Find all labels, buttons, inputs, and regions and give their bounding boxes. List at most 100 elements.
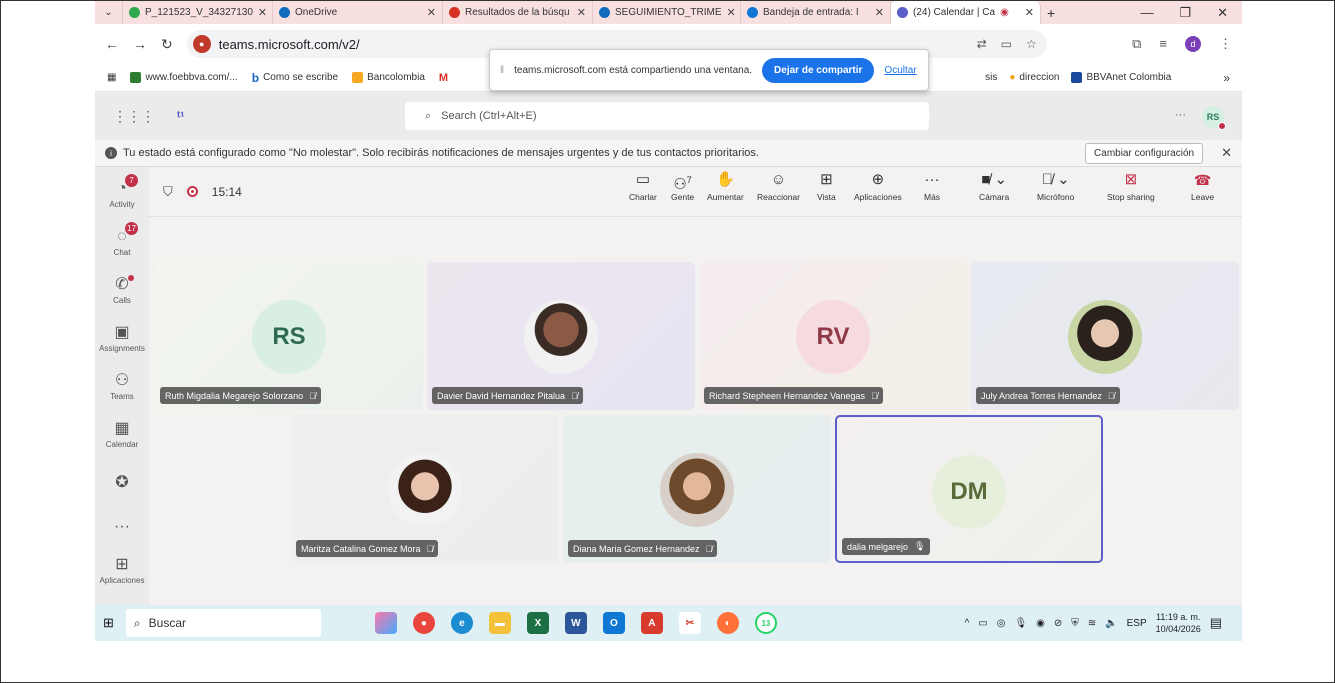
back-icon[interactable]: ← [105, 36, 119, 52]
bookmark-como-se-escribe[interactable]: b Como se escribe [252, 71, 338, 85]
stop-sharing-button[interactable]: Dejar de compartir [762, 57, 875, 83]
volume-icon[interactable]: 🔈 [1105, 618, 1117, 629]
whatsapp-app-icon[interactable]: 13 [754, 612, 777, 634]
apps-grid-icon[interactable]: ▦ [107, 72, 116, 83]
rail-activity[interactable]: ◔ 7 Activity [95, 171, 149, 219]
tray-location-icon[interactable]: ⊘ [1054, 618, 1062, 629]
rail-more[interactable]: ··· [95, 507, 149, 547]
close-tab-icon[interactable]: ✕ [577, 6, 586, 19]
tray-shield-icon[interactable]: ⛨ [1071, 618, 1079, 629]
bookmark-star-icon[interactable]: ☆ [1026, 37, 1037, 51]
restore-icon[interactable]: ❐ [1179, 5, 1191, 21]
firefox-app-icon[interactable]: ◐ [716, 612, 739, 634]
menu-kebab-icon[interactable]: ⋮ [1219, 36, 1232, 52]
camera-button[interactable]: ■̸ ⌄ Cámara [979, 171, 1009, 202]
word-app-icon[interactable]: W [564, 612, 587, 634]
language-indicator[interactable]: ESP [1127, 618, 1147, 629]
rail-calls[interactable]: ✆ Calls [95, 267, 149, 315]
participant-tile[interactable]: July Andrea Torres Hernandez 🎙̸ [971, 262, 1239, 410]
wifi-icon[interactable]: ≋ [1088, 618, 1096, 629]
rail-apps[interactable]: ⊞ Aplicaciones [95, 547, 149, 595]
tray-sync-icon[interactable]: ◎ [997, 618, 1006, 629]
drag-handle-icon[interactable]: ‖ [500, 65, 504, 76]
more-bookmarks-icon[interactable]: » [1223, 71, 1230, 85]
rail-teams[interactable]: ⚇ Teams [95, 363, 149, 411]
user-avatar[interactable]: RS [1202, 106, 1226, 130]
tab-outlook-inbox[interactable]: Bandeja de entrada: I ✕ [741, 1, 891, 24]
tab-teams-calendar[interactable]: (24) Calendar | Ca ◉ ✕ [891, 1, 1041, 24]
new-tab-button[interactable]: + [1041, 1, 1061, 24]
participant-tile[interactable]: RV Richard Stepheen Hernandez Vanegas 🎙̸ [699, 262, 967, 410]
view-button[interactable]: ⊞ Vista [817, 171, 836, 202]
toolbar-label: Charlar [629, 192, 657, 202]
rail-calendar[interactable]: ▦ Calendar [95, 411, 149, 459]
mic-in-use-icon[interactable]: ● [192, 35, 211, 53]
tab-seguimiento[interactable]: SEGUIMIENTO_TRIME ✕ [593, 1, 741, 24]
clock[interactable]: 11:19 a. m. 10/04/2026 [1156, 611, 1201, 635]
participant-tile[interactable]: RS Ruth Migdalia Megarejo Solorzano 🎙̸ [155, 262, 423, 410]
react-button[interactable]: ☺ Reaccionar [757, 171, 800, 202]
people-button[interactable]: ⚇7 Gente [671, 171, 694, 202]
tray-overflow-icon[interactable]: ^ [965, 618, 970, 629]
app-launcher-icon[interactable]: ⋮⋮⋮ [113, 108, 155, 125]
participant-tile[interactable]: Diana Maria Gomez Hernandez 🎙̸ [563, 415, 831, 563]
tab-excel-file[interactable]: P_121523_V_34327130 ✕ [123, 1, 273, 24]
bookmark-gmail[interactable]: M [439, 72, 448, 84]
cast-icon[interactable]: ▭ [1001, 37, 1012, 51]
apps-button[interactable]: ⊕ Aplicaciones [854, 171, 902, 202]
outlook-app-icon[interactable]: O [602, 612, 625, 634]
leave-button[interactable]: ☎ Leave [1191, 171, 1214, 202]
acrobat-app-icon[interactable]: A [640, 612, 663, 634]
extensions-icon[interactable]: ⧉ [1132, 36, 1141, 52]
close-tab-icon[interactable]: ✕ [875, 6, 884, 19]
more-button[interactable]: ··· Más [924, 171, 940, 202]
raise-hand-button[interactable]: ✋ Aumentar [707, 171, 744, 202]
tab-search-button[interactable]: ⌄ [95, 1, 123, 24]
windows-start-icon[interactable]: ⊞ [103, 615, 114, 631]
stop-sharing-toolbar-button[interactable]: ⊠ Stop sharing [1107, 171, 1155, 202]
bookmark-bbvanet[interactable]: BBVAnet Colombia [1071, 72, 1171, 83]
snipping-tool-app-icon[interactable]: ✂ [678, 612, 701, 634]
tab-onedrive[interactable]: OneDrive ✕ [273, 1, 443, 24]
copilot-app-icon[interactable] [374, 612, 397, 634]
bookmark-sis[interactable]: sis [985, 72, 997, 83]
profile-avatar[interactable]: d [1185, 36, 1201, 52]
participant-tile-self[interactable]: DM dalia melgarejo 🎙 [835, 415, 1103, 563]
translate-icon[interactable]: ⇄ [977, 37, 987, 51]
file-explorer-app-icon[interactable]: ▬ [488, 612, 511, 634]
hide-link[interactable]: Ocultar [884, 65, 916, 76]
minimize-icon[interactable]: — [1140, 5, 1153, 21]
close-banner-icon[interactable]: ✕ [1221, 145, 1232, 161]
bookmark-bancolombia[interactable]: Bancolombia [352, 72, 425, 83]
bookmark-direccion[interactable]: ● direccion [1009, 72, 1059, 83]
participant-tile[interactable]: Maritza Catalina Gomez Mora 🎙̸ [291, 415, 559, 563]
microphone-button[interactable]: 🎙̸ ⌄ Micrófono [1037, 171, 1074, 202]
tray-app-icon[interactable]: ▭ [978, 618, 987, 629]
reading-list-icon[interactable]: ≡ [1159, 36, 1167, 52]
close-tab-icon[interactable]: ✕ [1025, 6, 1034, 19]
search-box[interactable]: ⌕ Search (Ctrl+Alt+E) [405, 102, 929, 130]
rail-chat[interactable]: ◌ 17 Chat [95, 219, 149, 267]
rail-assignments[interactable]: ▣ Assignments [95, 315, 149, 363]
bookmark-foebbva[interactable]: www.foebbva.com/... [130, 72, 238, 83]
participant-tile[interactable]: Davier David Hernandez Pitalua 🎙̸ [427, 262, 695, 410]
forward-icon[interactable]: → [133, 36, 147, 52]
rail-copilot[interactable]: ✪ [95, 459, 149, 507]
excel-app-icon[interactable]: X [526, 612, 549, 634]
tray-app2-icon[interactable]: ◉ [1036, 618, 1045, 629]
close-tab-icon[interactable]: ✕ [258, 6, 267, 19]
tray-mic-icon[interactable]: 🎙 [1014, 618, 1027, 629]
edge-app-icon[interactable]: e [450, 612, 473, 634]
more-options-icon[interactable]: ··· [1175, 109, 1186, 121]
chat-button[interactable]: ▭ Charlar [629, 171, 657, 202]
user-initials: RS [1206, 112, 1220, 122]
reload-icon[interactable]: ↻ [161, 36, 173, 53]
close-tab-icon[interactable]: ✕ [427, 6, 436, 19]
chrome-app-icon[interactable]: ● [412, 612, 435, 634]
tab-gmail-search[interactable]: Resultados de la búsqu ✕ [443, 1, 593, 24]
change-settings-button[interactable]: Cambiar configuración [1085, 142, 1204, 164]
taskbar-search[interactable]: ⌕ Buscar [125, 609, 321, 637]
notifications-icon[interactable]: ▤ [1210, 615, 1222, 631]
close-tab-icon[interactable]: ✕ [727, 6, 736, 19]
close-window-icon[interactable]: ✕ [1217, 5, 1228, 21]
